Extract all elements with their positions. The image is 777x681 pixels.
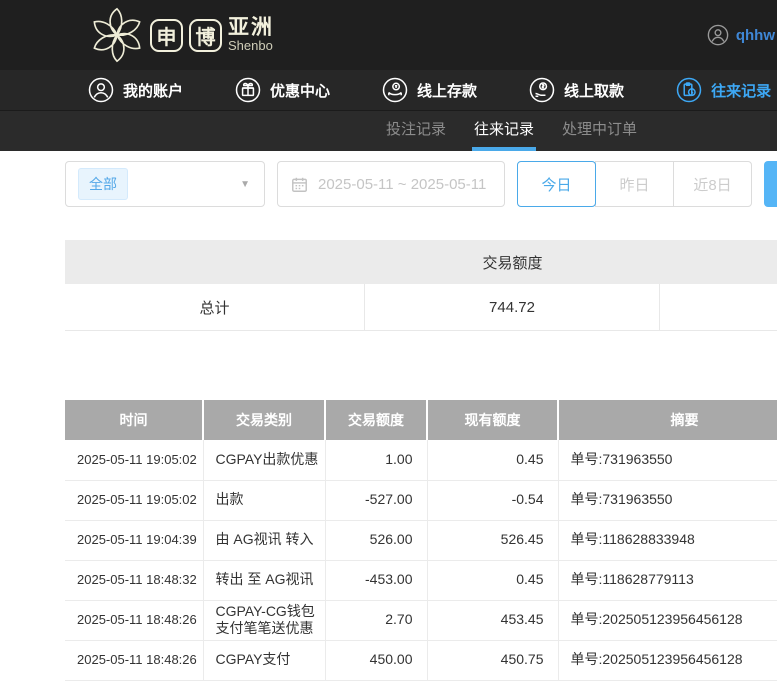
chevron-down-icon: ▼ bbox=[240, 179, 250, 190]
summary-total-row: 总计 744.72 bbox=[65, 284, 777, 330]
cell-amount: 526.00 bbox=[325, 520, 427, 560]
records-tabbar: 投注记录 往来记录 处理中订单 bbox=[0, 111, 777, 151]
table-row: 2025-05-11 18:48:26 CGPAY支付 450.00 450.7… bbox=[65, 640, 777, 680]
cell-time: 2025-05-11 19:05:02 bbox=[65, 440, 203, 480]
nav-label: 我的账户 bbox=[123, 80, 183, 101]
cell-time: 2025-05-11 18:48:26 bbox=[65, 640, 203, 680]
cell-amount: 450.00 bbox=[325, 640, 427, 680]
cell-summary: 单号:118628833948 bbox=[558, 520, 777, 560]
date-range-input[interactable]: 2025-05-11 ~ 2025-05-11 bbox=[277, 161, 505, 207]
cell-time: 2025-05-11 18:48:32 bbox=[65, 560, 203, 600]
flower-logo-icon bbox=[86, 4, 148, 66]
table-row: 2025-05-11 19:04:39 由 AG视讯 转入 526.00 526… bbox=[65, 520, 777, 560]
online-withdraw-icon bbox=[529, 77, 555, 103]
cell-balance: -0.54 bbox=[427, 480, 558, 520]
cell-balance: 526.45 bbox=[427, 520, 558, 560]
brand-logo[interactable]: 申 博 亚洲 Shenbo bbox=[86, 4, 274, 66]
online-deposit-icon bbox=[382, 77, 408, 103]
user-avatar-icon bbox=[707, 24, 729, 46]
nav-label: 线上取款 bbox=[564, 80, 624, 101]
nav-item-online-deposit[interactable]: 线上存款 bbox=[382, 77, 477, 103]
cell-balance: 0.45 bbox=[427, 560, 558, 600]
nav-label: 线上存款 bbox=[417, 80, 477, 101]
column-header-time: 时间 bbox=[65, 400, 203, 440]
records-table: 时间 交易类别 交易额度 现有额度 摘要 2025-05-11 19:05:02… bbox=[65, 400, 777, 681]
type-filter-selected-tag[interactable]: 全部 bbox=[78, 168, 128, 200]
cell-summary: 单号:202505123956456128 bbox=[558, 600, 777, 640]
username-label[interactable]: qhhw bbox=[736, 27, 775, 44]
column-header-balance: 现有额度 bbox=[427, 400, 558, 440]
yesterday-button[interactable]: 昨日 bbox=[595, 161, 674, 207]
cell-amount: -527.00 bbox=[325, 480, 427, 520]
table-row: 2025-05-11 18:48:26 CGPAY-CG钱包支付笔笔送优惠 2.… bbox=[65, 600, 777, 640]
summary-header-empty bbox=[660, 240, 777, 284]
summary-header-empty bbox=[65, 240, 365, 284]
column-header-amount: 交易额度 bbox=[325, 400, 427, 440]
column-header-summary: 摘要 bbox=[558, 400, 777, 440]
summary-total-value: 744.72 bbox=[365, 284, 660, 330]
cell-time: 2025-05-11 19:05:02 bbox=[65, 480, 203, 520]
cell-amount: 2.70 bbox=[325, 600, 427, 640]
cell-category: 出款 bbox=[203, 480, 325, 520]
table-row: 2025-05-11 19:05:02 出款 -527.00 -0.54 单号:… bbox=[65, 480, 777, 520]
table-row: 2025-05-11 18:48:32 转出 至 AG视讯 -453.00 0.… bbox=[65, 560, 777, 600]
cell-time: 2025-05-11 19:04:39 bbox=[65, 520, 203, 560]
summary-total-label: 总计 bbox=[65, 284, 365, 330]
cell-amount: 1.00 bbox=[325, 440, 427, 480]
cell-summary: 单号:118628779113 bbox=[558, 560, 777, 600]
account-menu[interactable]: qhhw bbox=[707, 0, 775, 70]
last-8-days-button[interactable]: 近8日 bbox=[673, 161, 752, 207]
nav-item-my-account[interactable]: 我的账户 bbox=[88, 77, 183, 103]
nav-item-promotions[interactable]: 优惠中心 bbox=[235, 77, 330, 103]
logo-char-shen: 申 bbox=[150, 19, 183, 52]
cell-category: CGPAY出款优惠 bbox=[203, 440, 325, 480]
cell-category: CGPAY支付 bbox=[203, 640, 325, 680]
summary-empty-cell bbox=[660, 284, 777, 330]
summary-table: 交易额度 总计 744.72 bbox=[65, 240, 777, 331]
nav-label: 往来记录 bbox=[711, 80, 771, 101]
records-header-row: 时间 交易类别 交易额度 现有额度 摘要 bbox=[65, 400, 777, 440]
logo-brand-subtitle: Shenbo bbox=[228, 39, 274, 53]
cell-balance: 450.75 bbox=[427, 640, 558, 680]
logo-character-boxes: 申 博 bbox=[150, 19, 222, 52]
filter-bar: 全部 ▼ 2025-05-11 ~ 2025-05-11 今日 昨日 近8日 bbox=[65, 161, 777, 207]
cell-summary: 单号:731963550 bbox=[558, 440, 777, 480]
tab-transaction-records[interactable]: 往来记录 bbox=[472, 111, 536, 151]
summary-header-row: 交易额度 bbox=[65, 240, 777, 284]
nav-label: 优惠中心 bbox=[270, 80, 330, 101]
cell-category: 转出 至 AG视讯 bbox=[203, 560, 325, 600]
nav-item-transaction-records[interactable]: 往来记录 bbox=[676, 77, 771, 103]
main-navbar: 我的账户 优惠中心 线上存款 线上取款 bbox=[0, 70, 777, 111]
summary-header-title: 交易额度 bbox=[365, 240, 660, 284]
search-button[interactable] bbox=[764, 161, 777, 207]
nav-item-online-withdraw[interactable]: 线上取款 bbox=[529, 77, 624, 103]
top-header: 申 博 亚洲 Shenbo qhhw bbox=[0, 0, 777, 70]
calendar-icon bbox=[290, 175, 309, 194]
cell-category: CGPAY-CG钱包支付笔笔送优惠 bbox=[203, 600, 325, 640]
my-account-icon bbox=[88, 77, 114, 103]
logo-region-label: 亚洲 bbox=[228, 17, 274, 39]
transaction-records-icon bbox=[676, 77, 702, 103]
cell-summary: 单号:202505123956456128 bbox=[558, 640, 777, 680]
cell-summary: 单号:731963550 bbox=[558, 480, 777, 520]
today-button[interactable]: 今日 bbox=[517, 161, 596, 207]
cell-amount: -453.00 bbox=[325, 560, 427, 600]
cell-balance: 0.45 bbox=[427, 440, 558, 480]
quick-range-button-group: 今日 昨日 近8日 bbox=[517, 161, 752, 207]
cell-time: 2025-05-11 18:48:26 bbox=[65, 600, 203, 640]
tab-pending-orders[interactable]: 处理中订单 bbox=[560, 111, 639, 151]
promotions-icon bbox=[235, 77, 261, 103]
type-filter-dropdown[interactable]: 全部 ▼ bbox=[65, 161, 265, 207]
cell-category: 由 AG视讯 转入 bbox=[203, 520, 325, 560]
logo-char-bo: 博 bbox=[189, 19, 222, 52]
tab-bet-records[interactable]: 投注记录 bbox=[384, 111, 448, 151]
cell-balance: 453.45 bbox=[427, 600, 558, 640]
date-range-value: 2025-05-11 ~ 2025-05-11 bbox=[318, 176, 486, 193]
table-row: 2025-05-11 19:05:02 CGPAY出款优惠 1.00 0.45 … bbox=[65, 440, 777, 480]
column-header-category: 交易类别 bbox=[203, 400, 325, 440]
